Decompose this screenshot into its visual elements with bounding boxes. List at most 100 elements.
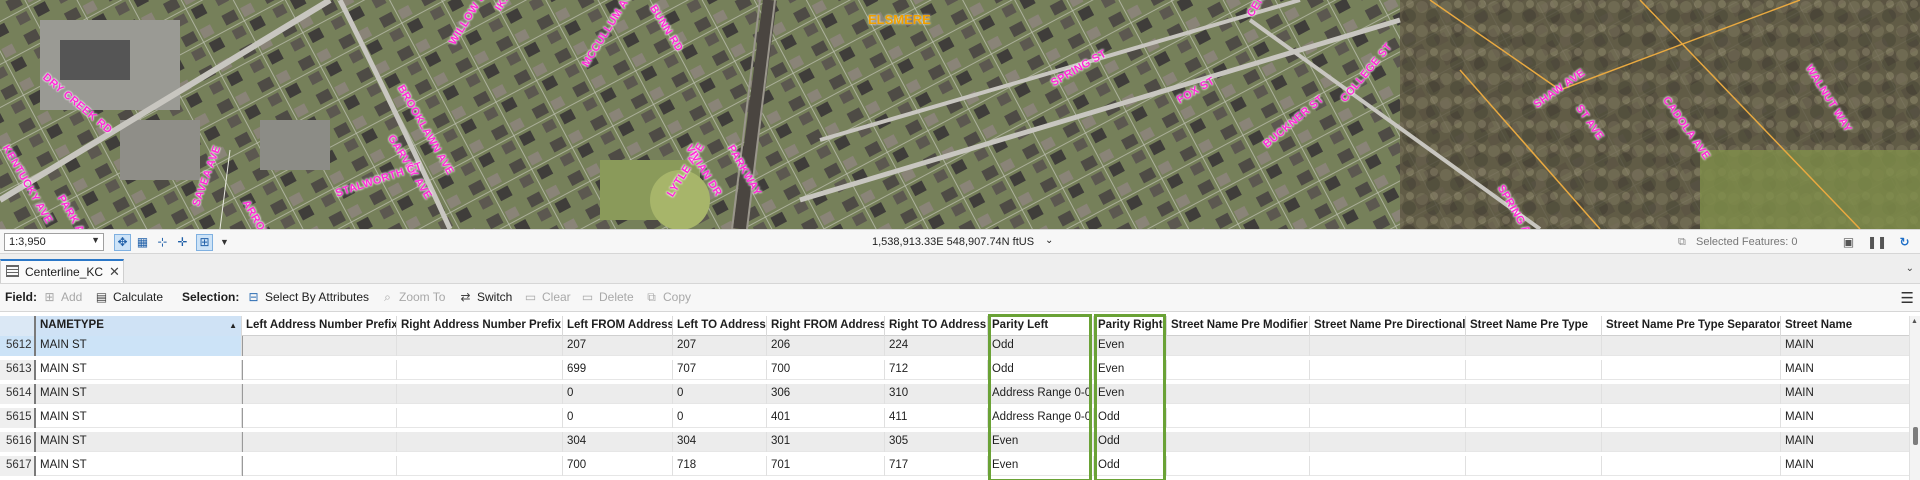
table-cell[interactable]	[1167, 456, 1310, 476]
column-header[interactable]: NAMETYPE ▲	[36, 316, 242, 336]
table-cell[interactable]: 700	[767, 360, 885, 380]
chevron-down-icon[interactable]: ⌄	[1906, 263, 1914, 274]
table-cell[interactable]	[1602, 456, 1781, 476]
table-row[interactable]: 5617 MAIN ST 700 718 701 717 Even Odd MAIN	[0, 456, 1910, 476]
column-header[interactable]: Right Address Number Prefix	[397, 316, 563, 336]
table-cell[interactable]: 207	[673, 336, 767, 356]
select-by-attributes-button[interactable]: ⊟ Select By Attributes	[246, 290, 369, 304]
pan-icon[interactable]: ✥	[114, 234, 131, 251]
table-cell[interactable]	[1310, 336, 1466, 356]
table-cell[interactable]	[1466, 336, 1602, 356]
table-cell[interactable]: MAIN	[1781, 336, 1910, 356]
column-header[interactable]: Parity Right	[1094, 316, 1167, 336]
table-cell[interactable]	[1602, 408, 1781, 428]
table-cell[interactable]	[1466, 456, 1602, 476]
scroll-up-icon[interactable]: ▲	[1911, 318, 1918, 325]
table-cell[interactable]	[1466, 384, 1602, 404]
table-row[interactable]: 5615 MAIN ST 0 0 401 411 Address Range 0-0 Odd M…	[0, 408, 1910, 428]
table-cell[interactable]: MAIN ST	[36, 456, 242, 476]
table-cell[interactable]	[1310, 384, 1466, 404]
table-cell[interactable]: MAIN	[1781, 384, 1910, 404]
table-cell[interactable]	[1167, 360, 1310, 380]
table-cell[interactable]: Odd	[1094, 408, 1167, 428]
table-cell[interactable]	[1466, 432, 1602, 452]
scale-selector[interactable]: 1:3,950 ▼	[4, 233, 104, 251]
table-row[interactable]: 5613 MAIN ST 699 707 700 712 Odd Even MAIN	[0, 360, 1910, 380]
table-row[interactable]: 5616 MAIN ST 304 304 301 305 Even Odd MAIN	[0, 432, 1910, 452]
table-cell[interactable]: 304	[673, 432, 767, 452]
table-cell[interactable]: Even	[988, 432, 1094, 452]
table-cell[interactable]: 700	[563, 456, 673, 476]
table-cell[interactable]: MAIN ST	[36, 432, 242, 452]
table-cell[interactable]: 707	[673, 360, 767, 380]
table-cell[interactable]	[1602, 336, 1781, 356]
column-header[interactable]: Right TO Address	[885, 316, 988, 336]
delete-button[interactable]: ▭ Delete	[580, 290, 634, 304]
row-number[interactable]: 5614	[0, 384, 36, 404]
table-row[interactable]: 5614 MAIN ST 0 0 306 310 Address Range 0-0 Even…	[0, 384, 1910, 404]
table-cell[interactable]: 0	[673, 384, 767, 404]
copy-button[interactable]: ⧉ Copy	[644, 290, 691, 304]
table-cell[interactable]: Even	[1094, 360, 1167, 380]
table-cell[interactable]	[1466, 408, 1602, 428]
table-cell[interactable]	[397, 456, 563, 476]
table-cell[interactable]	[1310, 360, 1466, 380]
crosshair-icon[interactable]: ✛	[174, 234, 191, 251]
table-cell[interactable]: Address Range 0-0	[988, 384, 1094, 404]
column-header[interactable]: Street Name	[1781, 316, 1910, 336]
table-cell[interactable]	[1167, 384, 1310, 404]
row-number[interactable]: 5613	[0, 360, 36, 380]
table-cell[interactable]	[242, 336, 397, 356]
table-cell[interactable]: 0	[673, 408, 767, 428]
table-cell[interactable]: 717	[885, 456, 988, 476]
snapping-icon[interactable]: ⊹	[154, 234, 171, 251]
row-header-corner[interactable]	[0, 316, 36, 336]
table-cell[interactable]: 224	[885, 336, 988, 356]
tab-centerline-kc[interactable]: Centerline_KC ✕	[0, 259, 124, 283]
table-cell[interactable]: 0	[563, 408, 673, 428]
chevron-down-icon[interactable]: ⌄	[1045, 235, 1053, 246]
table-cell[interactable]: 304	[563, 432, 673, 452]
clear-button[interactable]: ▭ Clear	[523, 290, 571, 304]
table-cell[interactable]: MAIN	[1781, 360, 1910, 380]
table-cell[interactable]: 0	[563, 384, 673, 404]
close-icon[interactable]: ✕	[109, 264, 120, 280]
add-field-button[interactable]: ⊞ Add	[42, 290, 82, 304]
chevron-down-icon[interactable]: ▼	[216, 234, 233, 251]
table-cell[interactable]: 411	[885, 408, 988, 428]
vertical-scrollbar[interactable]: ▲	[1909, 316, 1920, 480]
table-cell[interactable]: 699	[563, 360, 673, 380]
table-cell[interactable]	[397, 408, 563, 428]
column-header[interactable]: Parity Left	[988, 316, 1094, 336]
row-number[interactable]: 5617	[0, 456, 36, 476]
column-header[interactable]: Left Address Number Prefix	[242, 316, 397, 336]
table-cell[interactable]	[397, 336, 563, 356]
calculate-button[interactable]: ▤ Calculate	[94, 290, 163, 304]
table-cell[interactable]	[1602, 384, 1781, 404]
row-number[interactable]: 5615	[0, 408, 36, 428]
table-cell[interactable]	[1310, 432, 1466, 452]
column-header[interactable]: Street Name Pre Type Separator	[1602, 316, 1781, 336]
table-cell[interactable]	[242, 360, 397, 380]
column-header[interactable]: Street Name Pre Directional	[1310, 316, 1466, 336]
table-cell[interactable]	[1602, 432, 1781, 452]
table-cell[interactable]	[397, 432, 563, 452]
column-header[interactable]: Street Name Pre Type	[1466, 316, 1602, 336]
table-cell[interactable]: 712	[885, 360, 988, 380]
table-cell[interactable]: 301	[767, 432, 885, 452]
column-header[interactable]: Left TO Address	[673, 316, 767, 336]
table-cell[interactable]: 207	[563, 336, 673, 356]
table-cell[interactable]: Odd	[988, 336, 1094, 356]
table-cell[interactable]	[1167, 408, 1310, 428]
table-cell[interactable]	[1167, 336, 1310, 356]
table-cell[interactable]	[242, 432, 397, 452]
table-cell[interactable]	[1466, 360, 1602, 380]
table-cell[interactable]	[242, 384, 397, 404]
table-cell[interactable]	[1602, 360, 1781, 380]
table-icon[interactable]: ▣	[1840, 234, 1857, 251]
table-cell[interactable]: 206	[767, 336, 885, 356]
table-row[interactable]: 5612 MAIN ST 207 207 206 224 Odd Even MAIN	[0, 336, 1910, 356]
table-cell[interactable]: MAIN ST	[36, 408, 242, 428]
table-cell[interactable]: MAIN	[1781, 408, 1910, 428]
row-number[interactable]: 5612	[0, 336, 36, 356]
